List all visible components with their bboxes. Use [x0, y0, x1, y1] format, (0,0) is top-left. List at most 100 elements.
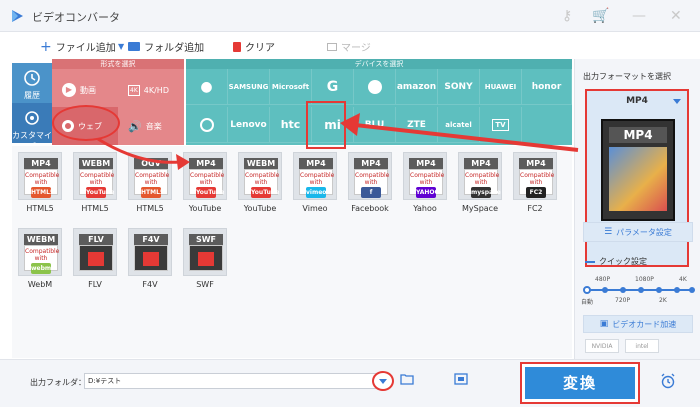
device-zte[interactable]: ZTE — [396, 107, 438, 143]
format-tile[interactable]: WEBM Compatible with YouTube — [73, 152, 117, 200]
alarm-clock-icon[interactable] — [660, 373, 676, 392]
format-tile[interactable]: MP4 Compatible with myspace — [458, 152, 502, 200]
film-icon — [198, 252, 214, 266]
quick-setting-label: クイック設定 — [599, 257, 647, 266]
customize-tab[interactable]: カスタマイズ — [12, 103, 52, 151]
chrome-icon — [62, 120, 74, 132]
format-icon — [189, 245, 223, 271]
format-label: WebM — [27, 280, 53, 289]
format-grid: MP4 Compatible with HTML5 HTML5 WEBM Compatib… — [12, 146, 572, 358]
format-item[interactable]: MP4 Compatible with YouTube YouTube — [183, 152, 227, 213]
format-tile[interactable]: MP4 Compatible with YAHOO! — [403, 152, 447, 200]
format-item[interactable]: WEBM Compatible with YouTube HTML5 — [73, 152, 117, 213]
device-sony[interactable]: SONY — [438, 69, 480, 105]
device-tv[interactable]: TV — [480, 107, 522, 143]
output-list-icon[interactable] — [454, 373, 468, 388]
device-samsung[interactable]: SAMSUNG — [228, 69, 270, 105]
format-item[interactable]: MP4 Compatible with YAHOO! Yahoo — [403, 152, 447, 213]
format-label: F4V — [142, 280, 158, 289]
slider-icon — [585, 260, 595, 263]
device-google[interactable]: G — [312, 69, 354, 105]
window-title: ビデオコンバータ — [32, 11, 120, 24]
motorola-icon — [199, 117, 214, 132]
dropdown-icon[interactable]: ▼ — [118, 42, 124, 51]
format-label: Vimeo — [302, 204, 328, 213]
format-icon — [79, 245, 113, 271]
convert-button[interactable]: 変換 — [520, 362, 640, 404]
device-amazon[interactable]: amazon — [396, 69, 438, 105]
device-honor[interactable]: honor — [522, 69, 572, 105]
add-file-button[interactable]: + ファイル追加 — [40, 39, 116, 55]
format-label: FLV — [88, 280, 102, 289]
tv-label: TV — [492, 118, 509, 131]
parameter-settings-button[interactable]: ☰ パラメータ設定 — [583, 222, 693, 242]
format-item[interactable]: WEBM Compatible with webm WebM — [18, 228, 62, 289]
category-web[interactable]: ウェブ — [52, 107, 118, 145]
close-icon[interactable]: ✕ — [670, 8, 682, 24]
slider-knob[interactable] — [583, 286, 591, 294]
output-format-title: 出力フォーマットを選択 — [583, 72, 671, 81]
device-htc[interactable]: htc — [270, 107, 312, 143]
format-icon: Compatible with myspace — [464, 169, 501, 198]
format-tile[interactable]: OGV Compatible with HTML5 — [128, 152, 172, 200]
device-lg[interactable] — [354, 69, 396, 105]
device-lenovo[interactable]: Lenovo — [228, 107, 270, 143]
clear-button[interactable]: クリア — [233, 39, 275, 54]
history-label: 履歴 — [24, 91, 40, 100]
play-icon: ▶ — [62, 83, 76, 97]
gpu-acceleration-label: ビデオカード加速 — [612, 319, 677, 329]
format-tile[interactable]: MP4 Compatible with f — [348, 152, 392, 200]
format-badge: MP4 — [189, 158, 223, 169]
format-item[interactable]: MP4 Compatible with HTML5 HTML5 — [18, 152, 62, 213]
format-item[interactable]: F4V F4V — [128, 228, 172, 289]
device-microsoft[interactable]: Microsoft — [270, 69, 312, 105]
compatible-with-text: Compatible with — [355, 172, 390, 186]
format-tile[interactable]: MP4 Compatible with FC2 — [513, 152, 557, 200]
format-item[interactable]: FLV FLV — [73, 228, 117, 289]
category-4k-hd[interactable]: 4K 4K/HD — [118, 71, 184, 109]
format-icon: Compatible with vimeo — [299, 169, 334, 198]
key-icon[interactable]: ⚷ — [562, 8, 572, 24]
chevron-down-icon[interactable] — [673, 99, 681, 104]
format-item[interactable]: MP4 Compatible with myspace MySpace — [458, 152, 502, 213]
format-item[interactable]: WEBM Compatible with YouTube YouTube — [238, 152, 282, 213]
history-tab[interactable]: 履歴 — [12, 63, 52, 103]
add-folder-button[interactable]: ▼ フォルダ追加 — [118, 39, 204, 54]
format-tile[interactable]: WEBM Compatible with YouTube — [238, 152, 282, 200]
format-item[interactable]: MP4 Compatible with vimeo Vimeo — [293, 152, 337, 213]
format-item[interactable]: MP4 Compatible with FC2 FC2 — [513, 152, 557, 213]
device-blu[interactable]: BLU — [354, 107, 396, 143]
format-tile[interactable]: FLV — [73, 228, 117, 276]
format-item[interactable]: SWF SWF — [183, 228, 227, 289]
format-tile[interactable]: MP4 Compatible with YouTube — [183, 152, 227, 200]
format-tile[interactable]: F4V — [128, 228, 172, 276]
res-2k: 2K — [659, 297, 667, 304]
device-mi[interactable]: mi — [312, 107, 354, 143]
res-auto: 自動 — [581, 299, 594, 306]
cart-icon[interactable]: 🛒 — [592, 8, 609, 24]
device-apple[interactable]: ● — [186, 69, 228, 105]
device-motorola[interactable] — [186, 107, 228, 143]
output-folder-dropdown[interactable] — [372, 371, 394, 391]
format-icon: Compatible with webm — [24, 245, 59, 274]
gpu-acceleration-button[interactable]: ▣ ビデオカード加速 — [583, 315, 693, 333]
format-tile[interactable]: WEBM Compatible with webm — [18, 228, 62, 276]
platform-logo: YouTube — [86, 187, 115, 198]
format-item[interactable]: MP4 Compatible with f Facebook — [348, 152, 392, 213]
minimize-icon[interactable]: — — [632, 8, 646, 24]
open-folder-icon[interactable] — [400, 373, 414, 388]
category-music[interactable]: 🔊 音楽 — [118, 107, 184, 145]
output-folder-field[interactable]: D:¥テスト — [84, 373, 376, 389]
preview-badge: MP4 — [609, 127, 667, 143]
category-video[interactable]: ▶ 動画 — [52, 71, 118, 109]
compatible-with-text: Compatible with — [25, 172, 60, 186]
format-tile[interactable]: MP4 Compatible with HTML5 — [18, 152, 62, 200]
format-label: HTML5 — [136, 204, 164, 213]
format-tile[interactable]: SWF — [183, 228, 227, 276]
device-huawei[interactable]: HUAWEI — [480, 69, 522, 105]
quality-slider[interactable] — [583, 286, 695, 294]
merge-button[interactable]: マージ — [327, 39, 371, 54]
format-item[interactable]: OGV Compatible with HTML5 HTML5 — [128, 152, 172, 213]
device-alcatel[interactable]: alcatel — [438, 107, 480, 143]
format-tile[interactable]: MP4 Compatible with vimeo — [293, 152, 337, 200]
